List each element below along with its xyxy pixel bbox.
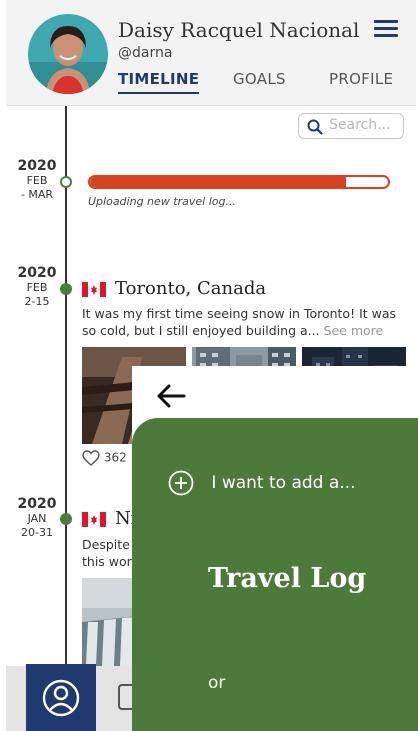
- add-prompt[interactable]: I want to add a...: [168, 470, 356, 496]
- entry-month: FEB: [26, 281, 48, 294]
- like-count: 362: [103, 450, 127, 465]
- entry-date: 2020 JAN 20-31: [12, 496, 62, 540]
- timeline-dot: [60, 283, 72, 295]
- avatar[interactable]: [28, 14, 108, 94]
- timeline-line: [65, 106, 67, 666]
- timeline-dot: [60, 176, 72, 188]
- nav-profile-button[interactable]: [26, 664, 96, 731]
- heart-icon[interactable]: [82, 450, 100, 466]
- user-icon: [42, 679, 80, 717]
- entry-range: 20-31: [21, 526, 53, 539]
- search-icon: [307, 119, 323, 135]
- upload-status: Uploading new travel log...: [88, 195, 236, 208]
- hamburger-menu-icon[interactable]: [374, 20, 398, 40]
- add-circle-icon: [168, 470, 194, 496]
- user-name: Daisy Racquel Nacional: [118, 18, 360, 42]
- back-button[interactable]: [156, 383, 186, 413]
- see-more-link[interactable]: See more: [324, 323, 384, 338]
- user-handle: @darna: [118, 45, 173, 61]
- entry-title[interactable]: Toronto, Canada: [115, 278, 266, 299]
- add-panel: I want to add a... Travel Log or: [132, 418, 418, 731]
- search-input[interactable]: [329, 117, 399, 133]
- entry-description: It was my first time seeing snow in Toro…: [82, 305, 412, 341]
- upload-progress-bar: [88, 175, 390, 189]
- upload-range: - MAR: [20, 188, 54, 201]
- upload-month: FEB: [26, 174, 48, 187]
- upload-progress-fill: [90, 177, 347, 187]
- entry-year: 2020: [17, 265, 57, 281]
- or-text: or: [208, 673, 226, 693]
- profile-header: Daisy Racquel Nacional @darna TIMELINE G…: [6, 0, 416, 106]
- search-box[interactable]: [298, 113, 404, 139]
- tab-profile[interactable]: PROFILE: [329, 70, 393, 88]
- entry-range: 2-15: [24, 295, 50, 308]
- travel-log-option[interactable]: Travel Log: [208, 563, 366, 594]
- like-row[interactable]: 362: [82, 450, 127, 466]
- tab-timeline[interactable]: TIMELINE: [118, 70, 200, 94]
- add-prompt-text: I want to add a...: [211, 473, 356, 493]
- timeline-dot: [60, 513, 72, 525]
- upload-date: 2020 FEB - MAR: [12, 158, 62, 202]
- entry-description: Despite this wor: [82, 537, 132, 569]
- canada-flag-icon: [82, 282, 106, 297]
- entry-month: JAN: [27, 512, 47, 525]
- tab-goals[interactable]: GOALS: [233, 70, 286, 88]
- upload-year: 2020: [17, 158, 57, 174]
- entry-date: 2020 FEB 2-15: [12, 265, 62, 309]
- back-arrow-icon: [157, 384, 186, 408]
- canada-flag-icon: [82, 512, 106, 527]
- entry-year: 2020: [17, 496, 57, 512]
- entry-photo[interactable]: [82, 578, 138, 666]
